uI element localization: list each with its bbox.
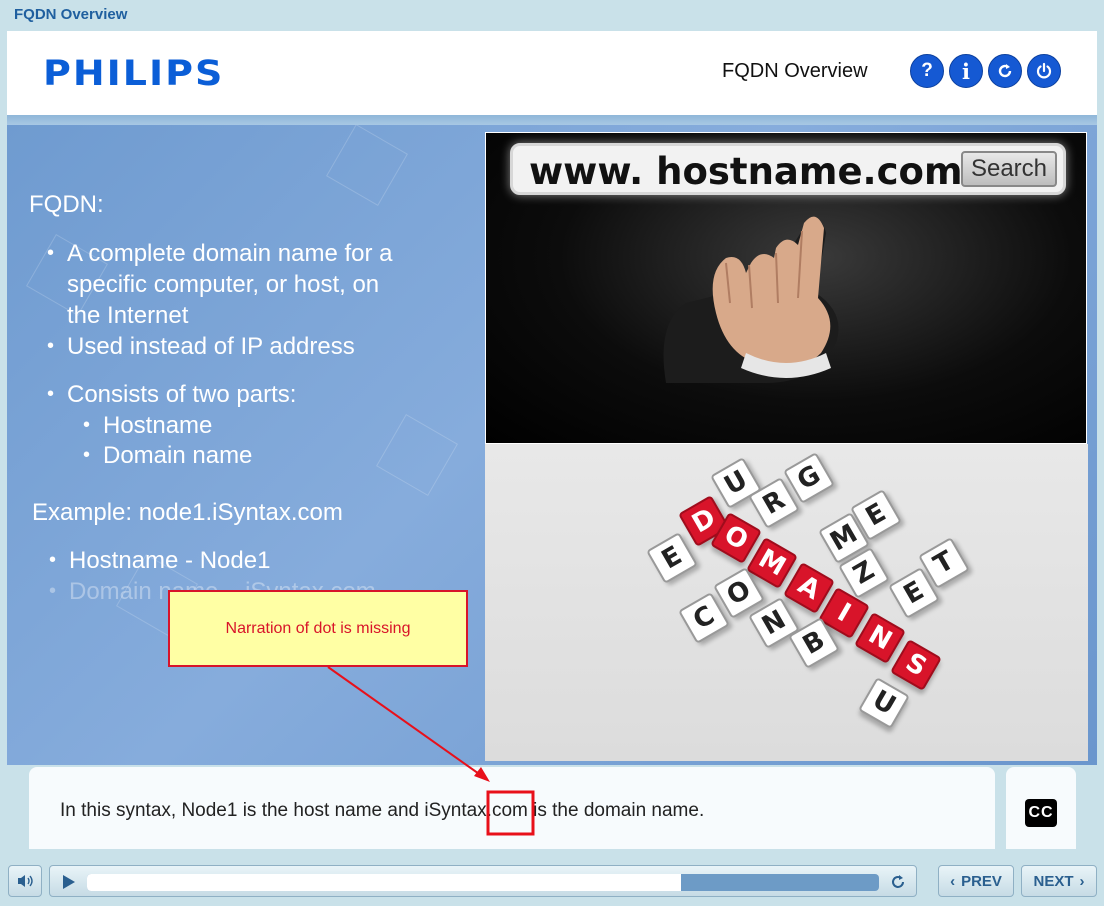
image-url-text: www. hostname.com bbox=[529, 150, 963, 193]
closed-caption-panel: In this syntax, Node1 is the host name a… bbox=[29, 767, 995, 849]
chevron-right-icon: › bbox=[1079, 872, 1085, 890]
bullet-continuation: specific computer, or host, on bbox=[67, 269, 467, 300]
bullet-item: • Used instead of IP address bbox=[47, 333, 355, 360]
window-titlebar: FQDN Overview bbox=[0, 0, 1104, 31]
example-bullet: • Hostname - Node1 bbox=[49, 547, 271, 574]
next-label: NEXT bbox=[1033, 872, 1074, 890]
info-button[interactable]: i bbox=[949, 54, 983, 88]
example-heading: Example: node1.iSyntax.com bbox=[32, 499, 343, 526]
bullet-text: specific computer, or host, on bbox=[67, 271, 380, 298]
next-button[interactable]: NEXT › bbox=[1021, 865, 1097, 897]
sub-bullet-item: • Hostname bbox=[83, 412, 213, 439]
cc-icon: CC bbox=[1028, 804, 1054, 821]
hand-illustration bbox=[663, 216, 839, 383]
course-title: FQDN Overview bbox=[722, 60, 868, 82]
progress-fill bbox=[87, 874, 681, 891]
decor-hexagon bbox=[376, 414, 458, 496]
review-annotation-callout: Narration of dot is missing bbox=[168, 590, 468, 667]
decor-hexagon bbox=[326, 125, 408, 206]
header-divider bbox=[7, 115, 1097, 125]
annotation-text: Narration of dot is missing bbox=[225, 619, 411, 637]
letter-cube: U bbox=[858, 677, 910, 729]
player-controls-bar: ‹ PREV NEXT › bbox=[0, 849, 1104, 906]
philips-logo: PHILIPS bbox=[43, 52, 225, 94]
media-player bbox=[49, 865, 917, 897]
speaker-icon bbox=[18, 875, 33, 887]
prev-label: PREV bbox=[961, 872, 1002, 890]
bullet-text: Consists of two parts: bbox=[67, 381, 297, 408]
cc-toggle-button[interactable]: CC bbox=[1025, 799, 1057, 827]
hostname-search-image: www. hostname.com Search bbox=[485, 132, 1087, 444]
help-icon: ? bbox=[921, 60, 933, 81]
sub-bullet-text: Hostname bbox=[103, 412, 213, 439]
slide-area: FQDN: • A complete domain name for a spec… bbox=[7, 125, 1097, 765]
slide-heading: FQDN: bbox=[29, 191, 104, 218]
sub-bullet-text: Domain name bbox=[103, 442, 253, 469]
letter-cube: E bbox=[646, 532, 698, 584]
info-icon: i bbox=[962, 58, 970, 84]
volume-button[interactable] bbox=[8, 865, 42, 897]
bullet-item: • A complete domain name for a bbox=[47, 240, 393, 267]
bullet-item: • Consists of two parts: bbox=[47, 381, 297, 408]
restart-icon bbox=[998, 64, 1012, 78]
replay-icon[interactable] bbox=[888, 872, 908, 892]
cc-panel: CC bbox=[1006, 767, 1076, 849]
image-search-bar: www. hostname.com Search bbox=[510, 143, 1066, 195]
image-search-label: Search bbox=[961, 151, 1057, 187]
sub-bullet-item: • Domain name bbox=[83, 442, 253, 469]
help-button[interactable]: ? bbox=[910, 54, 944, 88]
chevron-left-icon: ‹ bbox=[950, 872, 956, 890]
bullet-continuation: the Internet bbox=[67, 300, 467, 331]
bullet-text: Used instead of IP address bbox=[67, 333, 355, 360]
example-text: Hostname - Node1 bbox=[69, 547, 271, 574]
exit-button[interactable] bbox=[1027, 54, 1061, 88]
bullet-text: A complete domain name for a bbox=[67, 240, 393, 267]
power-icon bbox=[1036, 62, 1052, 79]
window-title: FQDN Overview bbox=[14, 6, 128, 23]
caption-text: In this syntax, Node1 is the host name a… bbox=[60, 800, 705, 821]
prev-button[interactable]: ‹ PREV bbox=[938, 865, 1014, 897]
restart-button[interactable] bbox=[988, 54, 1022, 88]
domains-cubes-image: E D U R G O M A I N S M E Z E T U C O N … bbox=[485, 444, 1088, 761]
letter-cube: S bbox=[890, 639, 942, 691]
play-icon[interactable] bbox=[60, 874, 76, 890]
bullet-text: the Internet bbox=[67, 302, 189, 329]
progress-bar[interactable] bbox=[87, 874, 879, 891]
course-header: PHILIPS FQDN Overview ? i bbox=[7, 31, 1097, 115]
